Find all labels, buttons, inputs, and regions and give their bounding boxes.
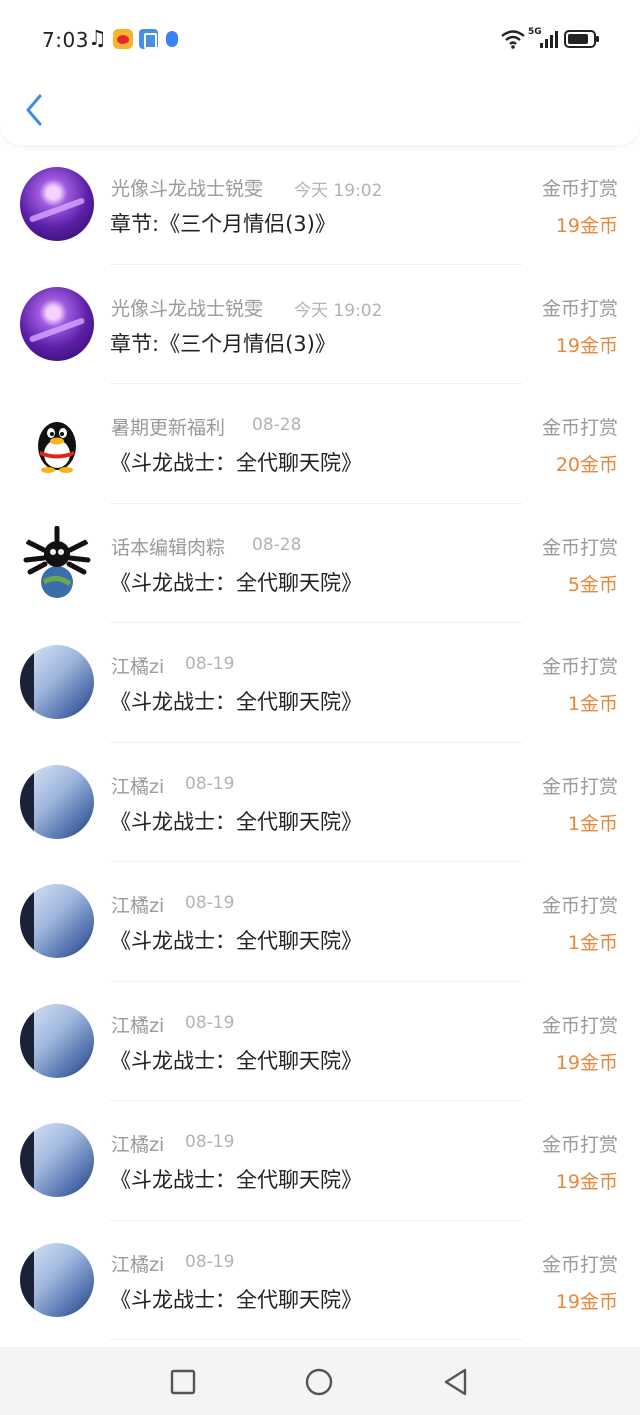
sender-name: 光像斗龙战士锐雯 bbox=[111, 178, 264, 200]
status-time: 7:03 bbox=[42, 28, 89, 52]
wifi-icon bbox=[501, 30, 525, 49]
sender-name: 话本编辑肉粽 bbox=[111, 536, 226, 559]
list-item[interactable]: 光像斗龙战士锐雯 今天 19:02 章节:《三个月情侣(3)》 金币打赏 19金… bbox=[0, 145, 640, 265]
list-item[interactable]: 光像斗龙战士锐雯 今天 19:02 章节:《三个月情侣(3)》 金币打赏 19金… bbox=[0, 265, 640, 385]
item-title: 章节:《三个月情侣(3)》 bbox=[110, 212, 336, 236]
reward-amount: 1金币 bbox=[567, 812, 618, 835]
timestamp: 08-28 bbox=[252, 415, 302, 435]
reward-amount: 19金币 bbox=[555, 1171, 618, 1193]
weibo-icon bbox=[113, 29, 133, 49]
avatar[interactable] bbox=[20, 167, 94, 241]
sender-name: 江橘zi bbox=[111, 1253, 165, 1276]
item-title: 章节:《三个月情侣(3)》 bbox=[110, 331, 336, 356]
penguin-icon bbox=[38, 422, 76, 473]
timestamp: 08-19 bbox=[185, 1012, 235, 1033]
reward-type: 金币打赏 bbox=[541, 297, 618, 320]
battery-icon bbox=[564, 30, 599, 48]
sender-name: 江橘zi bbox=[111, 775, 165, 798]
app-icon bbox=[139, 29, 158, 49]
timestamp: 08-19 bbox=[185, 654, 235, 674]
timestamp: 今天 19:02 bbox=[294, 300, 383, 321]
chevron-left-icon[interactable] bbox=[20, 92, 50, 128]
reward-amount: 19金币 bbox=[555, 334, 618, 357]
reward-type: 金币打赏 bbox=[541, 178, 618, 200]
item-title: 《斗龙战士：全代聊天院》 bbox=[110, 929, 362, 953]
timestamp: 08-19 bbox=[185, 1251, 235, 1272]
back-triangle-icon[interactable] bbox=[438, 1365, 472, 1399]
sender-name: 暑期更新福利 bbox=[111, 417, 226, 439]
item-title: 《斗龙战士：全代聊天院》 bbox=[110, 1287, 362, 1312]
list-item[interactable]: 话本编辑肉粽 08-28 《斗龙战士：全代聊天院》 金币打赏 5金币 bbox=[0, 504, 640, 624]
list-item[interactable]: 江橘zi 08-19 《斗龙战士：全代聊天院》 金币打赏 19金币 bbox=[0, 1101, 640, 1221]
item-title: 《斗龙战士：全代聊天院》 bbox=[110, 451, 362, 475]
reward-type: 金币打赏 bbox=[541, 775, 618, 798]
home-circle-icon[interactable] bbox=[302, 1365, 336, 1399]
reward-type: 金币打赏 bbox=[541, 895, 618, 917]
reward-type: 金币打赏 bbox=[541, 656, 618, 678]
item-title: 《斗龙战士：全代聊天院》 bbox=[110, 570, 362, 595]
reward-amount: 19金币 bbox=[555, 1051, 618, 1074]
sender-name: 光像斗龙战士锐雯 bbox=[111, 297, 264, 320]
music-icon: ♫ bbox=[88, 26, 107, 50]
list-item[interactable]: 江橘zi 08-19 《斗龙战士：全代聊天院》 金币打赏 19金币 bbox=[0, 982, 640, 1102]
list-item[interactable]: 暑期更新福利 08-28 《斗龙战士：全代聊天院》 金币打赏 20金币 bbox=[0, 384, 640, 504]
system-nav-bar bbox=[0, 1347, 640, 1415]
timestamp: 今天 19:02 bbox=[294, 181, 383, 201]
sender-name: 江橘zi bbox=[111, 895, 165, 917]
avatar[interactable] bbox=[20, 884, 94, 958]
reward-type: 金币打赏 bbox=[541, 1014, 618, 1037]
item-title: 《斗龙战士：全代聊天院》 bbox=[110, 1168, 362, 1192]
timestamp: 08-19 bbox=[185, 1132, 235, 1152]
avatar[interactable] bbox=[20, 1123, 94, 1197]
status-bar: 7:03 ♫ 5G bbox=[0, 0, 640, 80]
item-title: 《斗龙战士：全代聊天院》 bbox=[110, 809, 362, 834]
avatar[interactable] bbox=[20, 764, 94, 839]
list-item[interactable]: 江橘zi 08-19 《斗龙战士：全代聊天院》 金币打赏 19金币 bbox=[0, 1221, 640, 1341]
reward-amount: 1金币 bbox=[567, 932, 618, 954]
avatar[interactable] bbox=[20, 286, 94, 361]
signal-icon bbox=[540, 31, 558, 48]
avatar[interactable] bbox=[20, 1242, 94, 1317]
recents-square-icon[interactable] bbox=[166, 1365, 200, 1399]
reward-amount: 20金币 bbox=[555, 454, 618, 476]
timestamp: 08-28 bbox=[252, 534, 302, 555]
reward-list: 光像斗龙战士锐雯 今天 19:02 章节:《三个月情侣(3)》 金币打赏 19金… bbox=[0, 145, 640, 1340]
reward-amount: 19金币 bbox=[555, 1290, 618, 1313]
avatar[interactable] bbox=[20, 525, 94, 600]
avatar[interactable] bbox=[20, 406, 94, 480]
item-title: 《斗龙战士：全代聊天院》 bbox=[110, 690, 362, 714]
sender-name: 江橘zi bbox=[111, 1134, 165, 1156]
reward-amount: 5金币 bbox=[567, 573, 618, 596]
timestamp: 08-19 bbox=[185, 893, 235, 913]
timestamp: 08-19 bbox=[185, 773, 235, 794]
sender-name: 江橘zi bbox=[111, 656, 165, 678]
reward-type: 金币打赏 bbox=[541, 1253, 618, 1276]
reward-type: 金币打赏 bbox=[541, 417, 618, 439]
list-item[interactable]: 江橘zi 08-19 《斗龙战士：全代聊天院》 金币打赏 1金币 bbox=[0, 862, 640, 982]
list-item[interactable]: 江橘zi 08-19 《斗龙战士：全代聊天院》 金币打赏 1金币 bbox=[0, 623, 640, 743]
avatar[interactable] bbox=[20, 645, 94, 719]
reward-amount: 1金币 bbox=[567, 693, 618, 715]
reward-type: 金币打赏 bbox=[541, 1134, 618, 1156]
sender-name: 江橘zi bbox=[111, 1014, 165, 1037]
badge-icon bbox=[166, 31, 178, 47]
list-item[interactable]: 江橘zi 08-19 《斗龙战士：全代聊天院》 金币打赏 1金币 bbox=[0, 743, 640, 863]
item-title: 《斗龙战士：全代聊天院》 bbox=[110, 1048, 362, 1073]
avatar[interactable] bbox=[20, 1003, 94, 1078]
skull-globe-icon bbox=[23, 525, 91, 598]
reward-amount: 19金币 bbox=[555, 215, 618, 237]
reward-type: 金币打赏 bbox=[541, 536, 618, 559]
